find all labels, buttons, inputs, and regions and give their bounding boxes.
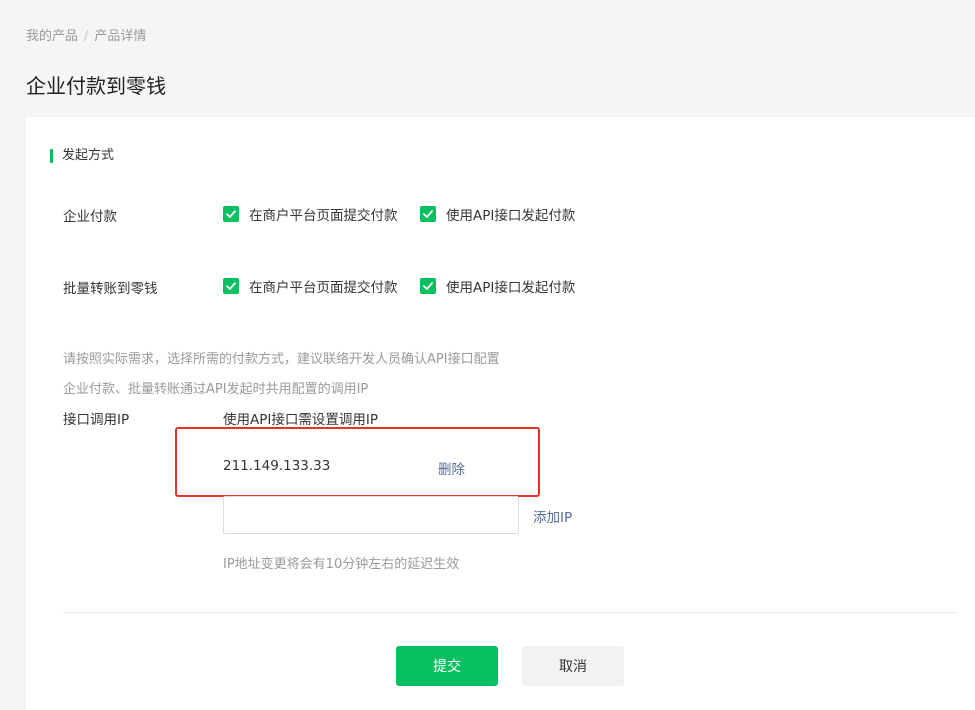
highlight-box xyxy=(175,427,540,497)
submit-button[interactable]: 提交 xyxy=(396,646,498,686)
checkbox-batch-merchant-page[interactable]: 在商户平台页面提交付款 xyxy=(223,276,398,296)
checkbox-enterprise-api[interactable]: 使用API接口发起付款 xyxy=(420,204,575,224)
checkbox-label: 在商户平台页面提交付款 xyxy=(249,280,398,296)
checkbox-label: 在商户平台页面提交付款 xyxy=(249,208,398,224)
breadcrumb-item-product-detail: 产品详情 xyxy=(94,29,147,44)
settings-card: 发起方式 企业付款 在商户平台页面提交付款 使用API接口发起付款 批量转账到零… xyxy=(26,117,975,710)
row-label-enterprise-payment: 企业付款 xyxy=(63,209,117,225)
hint-text: 企业付款、批量转账通过API发起时共用配置的调用IP xyxy=(63,382,369,397)
breadcrumb: 我的产品 / 产品详情 xyxy=(26,25,146,44)
breadcrumb-separator: / xyxy=(84,29,89,44)
add-ip-link[interactable]: 添加IP xyxy=(533,506,572,526)
checkbox-label: 使用API接口发起付款 xyxy=(446,208,576,224)
row-label-batch-transfer: 批量转账到零钱 xyxy=(63,281,158,297)
checkbox-checked-icon[interactable] xyxy=(223,206,239,222)
divider xyxy=(63,612,956,613)
checkbox-checked-icon[interactable] xyxy=(420,278,436,294)
checkbox-batch-api[interactable]: 使用API接口发起付款 xyxy=(420,276,575,296)
checkbox-enterprise-merchant-page[interactable]: 在商户平台页面提交付款 xyxy=(223,204,398,224)
ip-delay-note: IP地址变更将会有10分钟左右的延迟生效 xyxy=(223,557,460,572)
checkbox-checked-icon[interactable] xyxy=(223,278,239,294)
checkbox-label: 使用API接口发起付款 xyxy=(446,280,576,296)
ip-input[interactable] xyxy=(223,496,519,534)
page-title: 企业付款到零钱 xyxy=(26,74,166,98)
ip-requirement-text: 使用API接口需设置调用IP xyxy=(223,412,378,428)
checkbox-checked-icon[interactable] xyxy=(420,206,436,222)
cancel-button[interactable]: 取消 xyxy=(522,646,624,686)
section-title: 发起方式 xyxy=(50,148,114,164)
hint-text: 请按照实际需求，选择所需的付款方式，建议联络开发人员确认API接口配置 xyxy=(63,352,500,367)
ip-label: 接口调用IP xyxy=(63,412,130,428)
breadcrumb-item-my-products[interactable]: 我的产品 xyxy=(26,29,78,44)
